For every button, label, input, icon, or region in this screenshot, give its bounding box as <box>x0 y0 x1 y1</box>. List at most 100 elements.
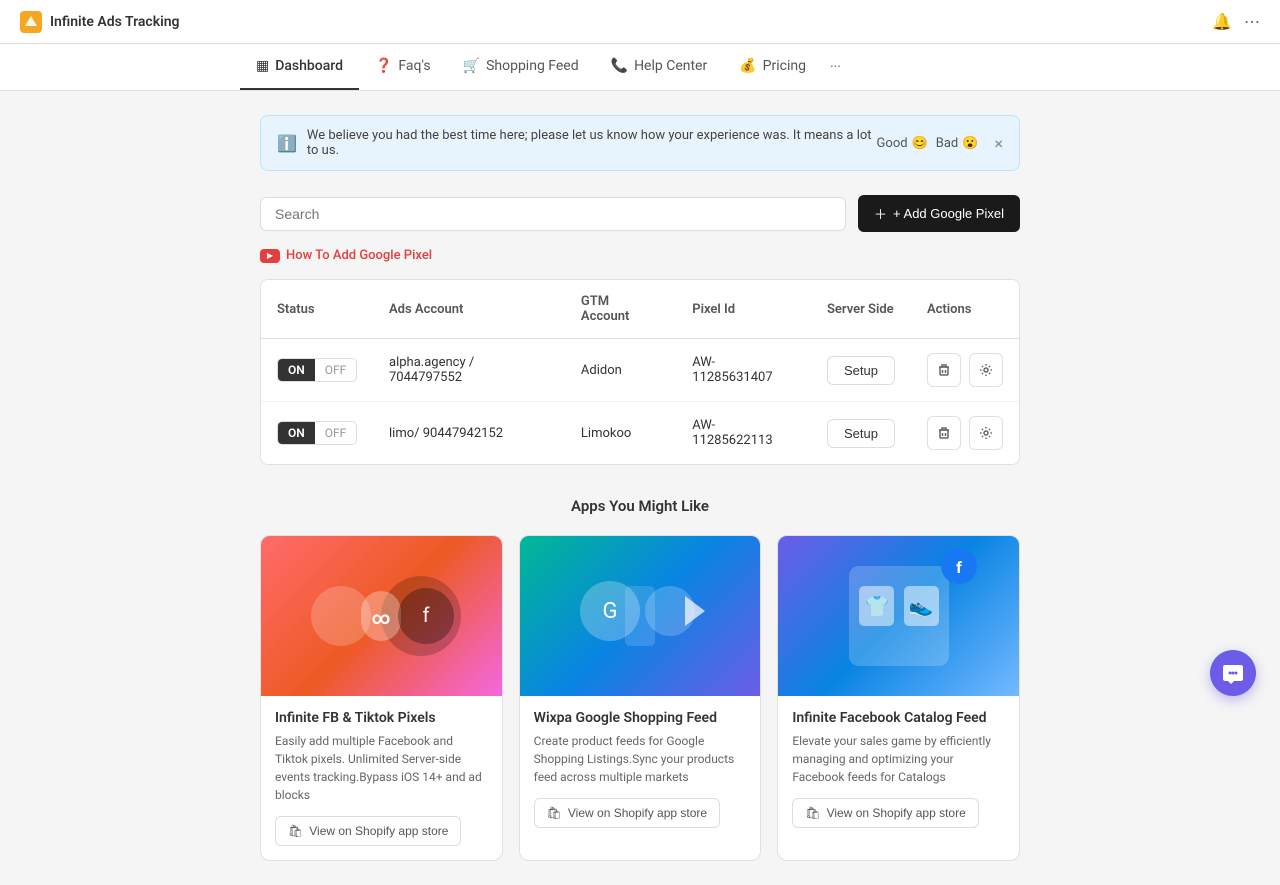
table-row: ON OFF alpha.agency / 7044797552 Adidon … <box>261 339 1019 402</box>
app-card-3-body: Infinite Facebook Catalog Feed Elevate y… <box>778 696 1019 842</box>
app-card-1-image: ∞ f <box>261 536 502 696</box>
banner-close-button[interactable]: × <box>994 134 1003 153</box>
help-center-icon: 📞 <box>611 58 628 74</box>
header-actions: 🔔 ⋯ <box>1212 12 1260 31</box>
feedback-banner: ℹ️ We believe you had the best time here… <box>260 115 1020 171</box>
bad-feedback[interactable]: Bad 😮 <box>936 136 979 151</box>
delete-button-row1[interactable] <box>927 353 961 387</box>
shopify-icon-2: 🛍 <box>547 806 562 820</box>
app-card-2-btn[interactable]: 🛍 View on Shopify app store <box>534 798 720 828</box>
app-card-3-btn[interactable]: 🛍 View on Shopify app store <box>792 798 978 828</box>
app-card-1-btn[interactable]: 🛍 View on Shopify app store <box>275 816 461 846</box>
col-status: Status <box>261 280 373 339</box>
menu-icon[interactable]: ⋯ <box>1244 12 1260 31</box>
add-btn-label: + Add Google Pixel <box>893 206 1004 221</box>
col-server-side: Server Side <box>811 280 911 339</box>
nav-item-help-center[interactable]: 📞 Help Center <box>595 44 724 90</box>
plus-icon: ＋ <box>874 204 887 223</box>
app-card-1: ∞ f Infinite FB & Tiktok Pixels Easily a… <box>260 535 503 861</box>
main-content: ℹ️ We believe you had the best time here… <box>240 91 1040 885</box>
nav: ▦ Dashboard ❓ Faq's 🛒 Shopping Feed 📞 He… <box>0 44 1280 91</box>
app-title: Infinite Ads Tracking <box>50 14 180 30</box>
pixels-table: Status Ads Account GTM Account Pixel Id … <box>260 279 1020 465</box>
toggle-row2[interactable]: ON OFF <box>277 421 357 445</box>
app-card-1-desc: Easily add multiple Facebook and Tiktok … <box>275 732 488 804</box>
col-pixel-id: Pixel Id <box>676 280 811 339</box>
toggle-on-row1[interactable]: ON <box>278 359 315 381</box>
col-actions: Actions <box>911 280 1019 339</box>
good-feedback[interactable]: Good 😊 <box>877 136 928 151</box>
actions-row2 <box>927 416 1003 450</box>
nav-label-shopping-feed: Shopping Feed <box>486 58 579 74</box>
svg-text:∞: ∞ <box>372 608 391 629</box>
svg-text:👟: 👟 <box>908 594 933 618</box>
app-card-2-image: G <box>520 536 761 696</box>
how-to-label: How To Add Google Pixel <box>286 248 432 263</box>
bad-emoji: 😮 <box>962 136 978 151</box>
settings-button-row2[interactable] <box>969 416 1003 450</box>
row2-ads-account: limo/ 90447942152 <box>373 402 565 465</box>
shopify-icon-3: 🛍 <box>805 806 820 820</box>
row2-server-side: Setup <box>811 402 911 465</box>
nav-label-dashboard: Dashboard <box>275 58 343 74</box>
row1-gtm-account: Adidon <box>565 339 676 402</box>
col-gtm-account: GTM Account <box>565 280 676 339</box>
app-card-1-body: Infinite FB & Tiktok Pixels Easily add m… <box>261 696 502 860</box>
table: Status Ads Account GTM Account Pixel Id … <box>261 280 1019 464</box>
apps-grid: ∞ f Infinite FB & Tiktok Pixels Easily a… <box>260 535 1020 861</box>
actions-row1 <box>927 353 1003 387</box>
toggle-row1[interactable]: ON OFF <box>277 358 357 382</box>
toggle-off-row1[interactable]: OFF <box>315 359 357 381</box>
toggle-on-row2[interactable]: ON <box>278 422 315 444</box>
table-row: ON OFF limo/ 90447942152 Limokoo AW-1128… <box>261 402 1019 465</box>
header-left: Infinite Ads Tracking <box>20 11 180 33</box>
bad-label: Bad <box>936 136 959 151</box>
app-card-3-btn-label: View on Shopify app store <box>827 806 966 820</box>
app-card-1-btn-label: View on Shopify app store <box>309 824 448 838</box>
nav-item-dashboard[interactable]: ▦ Dashboard <box>240 44 359 90</box>
shopping-feed-icon: 🛒 <box>463 58 480 74</box>
setup-button-row2[interactable]: Setup <box>827 419 895 448</box>
search-input[interactable] <box>260 197 846 231</box>
app-card-1-title: Infinite FB & Tiktok Pixels <box>275 710 488 726</box>
nav-item-faqs[interactable]: ❓ Faq's <box>359 44 447 90</box>
apps-section-title: Apps You Might Like <box>260 497 1020 515</box>
banner-left: ℹ️ We believe you had the best time here… <box>277 128 877 158</box>
app-card-2: G Wixpa Google Shopping Feed Create prod… <box>519 535 762 861</box>
svg-text:👕: 👕 <box>864 594 889 618</box>
delete-button-row2[interactable] <box>927 416 961 450</box>
row2-pixel-id: AW-11285622113 <box>676 402 811 465</box>
youtube-icon <box>260 249 280 263</box>
row2-gtm-account: Limokoo <box>565 402 676 465</box>
chat-bubble[interactable] <box>1210 650 1256 696</box>
banner-right: Good 😊 Bad 😮 × <box>877 134 1003 153</box>
dashboard-icon: ▦ <box>256 58 269 74</box>
add-google-pixel-button[interactable]: ＋ + Add Google Pixel <box>858 195 1020 232</box>
toggle-off-row2[interactable]: OFF <box>315 422 357 444</box>
row1-ads-account: alpha.agency / 7044797552 <box>373 339 565 402</box>
notification-icon[interactable]: 🔔 <box>1212 12 1232 31</box>
row1-pixel-id: AW-11285631407 <box>676 339 811 402</box>
info-icon: ℹ️ <box>277 134 297 153</box>
app-card-3-desc: Elevate your sales game by efficiently m… <box>792 732 1005 786</box>
how-to-link[interactable]: How To Add Google Pixel <box>260 248 1020 263</box>
row2-status: ON OFF <box>261 402 373 465</box>
col-ads-account: Ads Account <box>373 280 565 339</box>
good-label: Good <box>877 136 908 151</box>
app-card-2-title: Wixpa Google Shopping Feed <box>534 710 747 726</box>
app-card-3-image: 👕 👟 f <box>778 536 1019 696</box>
svg-text:f: f <box>956 558 962 577</box>
nav-more-button[interactable]: ··· <box>822 45 849 89</box>
svg-text:f: f <box>423 603 430 627</box>
nav-item-shopping-feed[interactable]: 🛒 Shopping Feed <box>447 44 595 90</box>
app-card-3: 👕 👟 f Infinite Facebook Catalog Feed Ele… <box>777 535 1020 861</box>
banner-text: We believe you had the best time here; p… <box>307 128 877 158</box>
settings-button-row1[interactable] <box>969 353 1003 387</box>
good-emoji: 😊 <box>912 136 928 151</box>
row2-actions <box>911 402 1019 465</box>
nav-item-pricing[interactable]: 💰 Pricing <box>723 44 822 90</box>
nav-label-pricing: Pricing <box>763 58 806 74</box>
app-card-2-btn-label: View on Shopify app store <box>568 806 707 820</box>
app-card-3-title: Infinite Facebook Catalog Feed <box>792 710 1005 726</box>
setup-button-row1[interactable]: Setup <box>827 356 895 385</box>
